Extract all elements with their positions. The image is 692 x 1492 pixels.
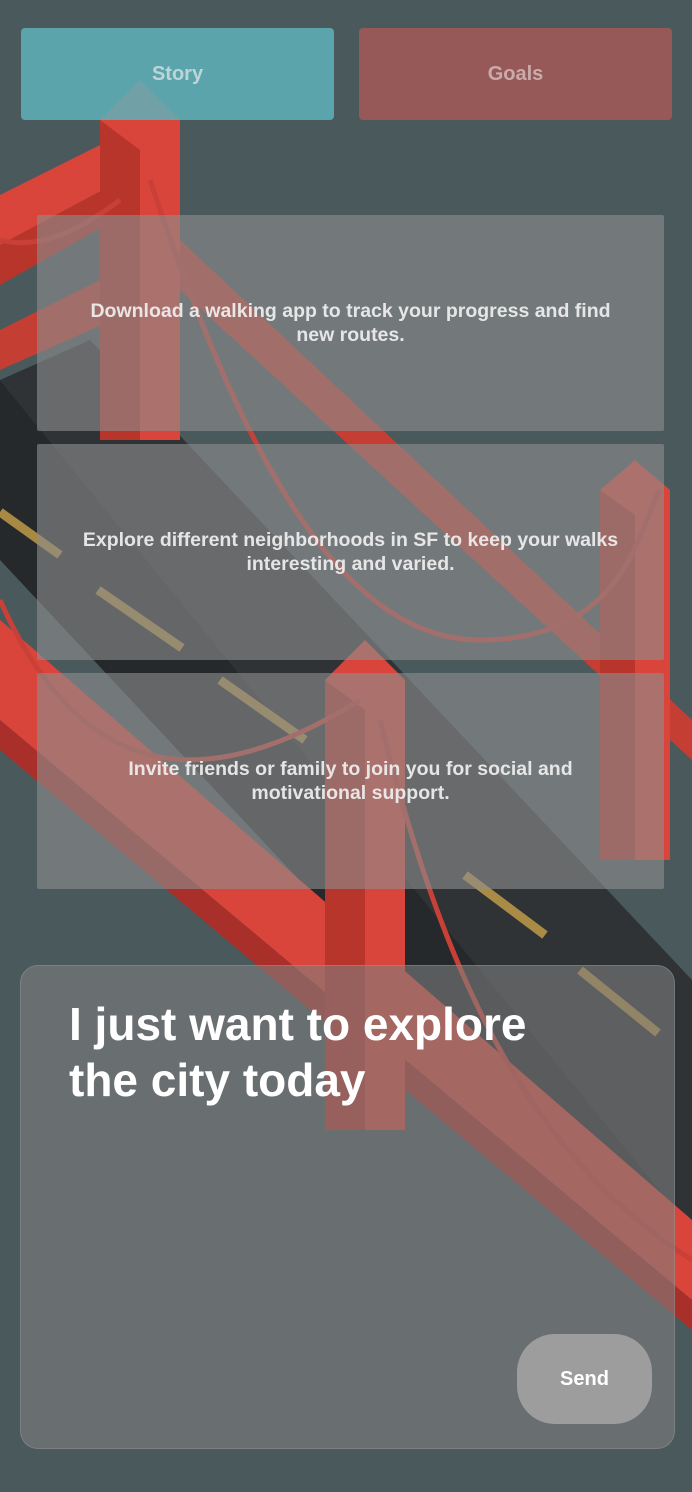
suggestion-card[interactable]: Explore different neighborhoods in SF to… xyxy=(37,444,664,660)
suggestion-text: Download a walking app to track your pro… xyxy=(90,300,611,346)
tab-story[interactable]: Story xyxy=(21,28,334,120)
send-button[interactable]: Send xyxy=(517,1334,652,1424)
message-input[interactable]: I just want to explore the city today xyxy=(69,996,589,1108)
suggestion-text: Explore different neighborhoods in SF to… xyxy=(82,529,619,575)
tab-story-label: Story xyxy=(151,62,204,85)
suggestion-text: Invite friends or family to join you for… xyxy=(128,758,573,804)
suggestion-card[interactable]: Download a walking app to track your pro… xyxy=(37,215,664,431)
tab-goals[interactable]: Goals xyxy=(359,28,672,120)
message-composer[interactable]: I just want to explore the city today Se… xyxy=(20,965,675,1449)
suggestion-card[interactable]: Invite friends or family to join you for… xyxy=(37,673,664,889)
tab-goals-label: Goals xyxy=(487,62,544,85)
